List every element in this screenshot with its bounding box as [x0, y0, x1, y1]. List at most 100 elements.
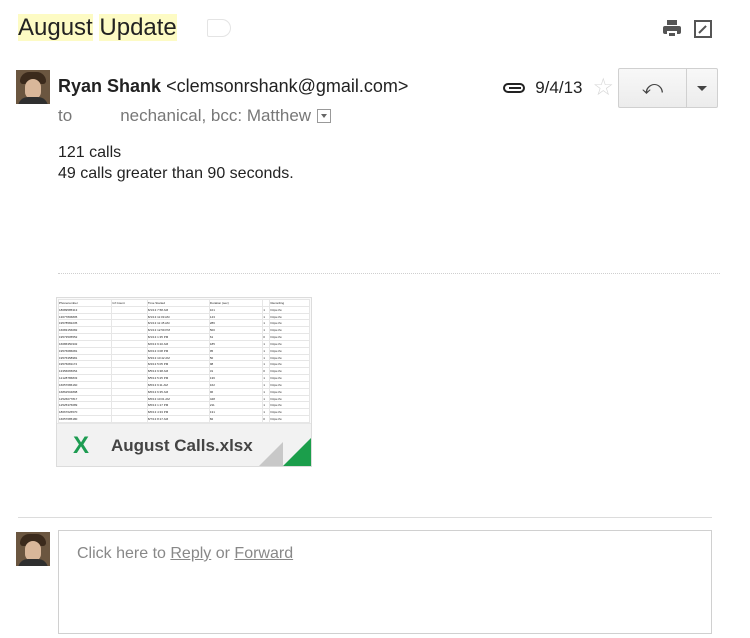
- spreadsheet-cell: [111, 339, 148, 348]
- spreadsheet-cell: 16657686160: [57, 380, 113, 389]
- forward-link[interactable]: Forward: [234, 545, 293, 562]
- recipients-line: to nechanical, bcc: Matthew: [58, 106, 332, 126]
- quick-reply-box[interactable]: Click here to Reply or Forward: [58, 530, 712, 634]
- spreadsheet-cell: 16686350332: [57, 339, 113, 348]
- spreadsheet-cell: 0: [262, 415, 271, 423]
- spreadsheet-cell: [111, 333, 148, 341]
- spreadsheet-cell: 1: [262, 387, 271, 396]
- subject-row: August Update: [18, 12, 231, 44]
- spreadsheet-cell: 8/3/13 10:42 AM: [146, 353, 210, 362]
- spreadsheet-cell: Duration (sec): [208, 299, 264, 307]
- spreadsheet-cell: Phonenumber: [57, 299, 113, 307]
- spreadsheet-cell: 8/6/13 6:35 AM: [146, 387, 210, 396]
- spreadsheet-cell: https://w: [269, 374, 310, 382]
- spreadsheet-cell: https://w: [269, 367, 310, 376]
- spreadsheet-cell: 19578582235: [57, 319, 113, 328]
- spreadsheet-row: 18667626570 8/6/13 4:33 PM 131 1 https://w: [57, 408, 310, 417]
- sender-email: <clemsonrshank@gmail.com>: [166, 76, 409, 96]
- attachment-filename: August Calls.xlsx: [111, 435, 253, 455]
- spreadsheet-row: 13677806805 8/1/13 11:09 AM 143 1 https://w: [57, 312, 310, 321]
- more-actions-button[interactable]: [687, 69, 717, 107]
- spreadsheet-cell: 448: [208, 394, 264, 403]
- spreadsheet-cell: Inf Count: [111, 299, 148, 307]
- spreadsheet-cell: [111, 346, 148, 355]
- star-icon[interactable]: ☆: [592, 76, 614, 100]
- sender-line: Ryan Shank <clemsonrshank@gmail.com>: [58, 76, 408, 97]
- spreadsheet-cell: 1: [262, 394, 271, 403]
- to-prefix: to: [58, 106, 73, 125]
- spreadsheet-cell: 1: [262, 380, 271, 389]
- spreadsheet-cell: https://w: [269, 415, 310, 423]
- spreadsheet-cell: 95: [208, 346, 264, 355]
- spreadsheet-cell: [111, 305, 148, 314]
- spreadsheet-cell: https://w: [269, 387, 310, 396]
- spreadsheet-cell: 0: [262, 333, 271, 341]
- spreadsheet-cell: [111, 312, 148, 321]
- spreadsheet-cell: 18667626570: [57, 408, 113, 417]
- spreadsheet-cell: 19573505552: [57, 333, 113, 341]
- print-icon[interactable]: [662, 20, 682, 38]
- spreadsheet-cell: https://w: [269, 326, 310, 335]
- reply-divider: [18, 517, 712, 518]
- spreadsheet-cell: https://w: [269, 339, 310, 348]
- spreadsheet-row: 16657685180 8/7/13 8:17 AM 82 0 https://w: [57, 415, 310, 423]
- spreadsheet-cell: https://w: [269, 346, 310, 355]
- recipient-details-dropdown-icon[interactable]: [317, 109, 332, 123]
- spreadsheet-row: 12526077817 8/6/13 10:01 AM 448 1 https://w: [57, 394, 310, 403]
- spreadsheet-row: 18689585313 8/1/13 7:58 AM 101 1 https://w: [57, 305, 310, 314]
- spreadsheet-cell: https://w: [269, 408, 310, 417]
- spreadsheet-cell: [111, 401, 148, 410]
- spreadsheet-cell: 8/6/13 9:11 AM: [146, 380, 210, 389]
- spreadsheet-cell: 61: [208, 333, 264, 341]
- subject-word-highlight: Update: [99, 14, 177, 41]
- sender-avatar: [16, 70, 50, 104]
- new-window-icon[interactable]: [694, 20, 712, 38]
- reply-arrow-icon: ⤺: [641, 76, 664, 99]
- spreadsheet-cell: https://w: [269, 333, 310, 341]
- spreadsheet-cell: 12526077817: [57, 394, 113, 403]
- spreadsheet-cell: 1: [262, 305, 271, 314]
- email-subject: August Update: [18, 14, 177, 42]
- spreadsheet-cell: 16657685180: [57, 415, 113, 423]
- chevron-down-icon: [697, 85, 707, 91]
- reply-button[interactable]: ⤺: [619, 69, 687, 107]
- spreadsheet-cell: 162: [208, 380, 264, 389]
- spreadsheet-preview: Phonenumber Inf Count Time Started Duration…: [57, 299, 310, 423]
- spreadsheet-cell: [111, 353, 148, 362]
- spreadsheet-row: 13356665654 8/5/13 9:38 AM 31 0 https://w: [57, 367, 310, 376]
- spreadsheet-cell: 143: [208, 312, 264, 321]
- spreadsheet-cell: 8/2/13 9:10 AM: [146, 339, 210, 348]
- spreadsheet-cell: https://w: [269, 394, 310, 403]
- subject-word-highlight: August: [18, 14, 93, 41]
- reply-or-text: or: [215, 545, 230, 562]
- spreadsheet-row: 19573505552 8/1/13 1:35 PM 61 0 https://w: [57, 333, 310, 341]
- spreadsheet-cell: 101: [208, 305, 264, 314]
- spreadsheet-cell: 500: [208, 326, 264, 335]
- spreadsheet-row: 19576358981 8/3/13 10:42 AM 50 1 https://w: [57, 353, 310, 362]
- sender-name[interactable]: Ryan Shank: [58, 76, 161, 96]
- spreadsheet-row: 19578582235 8/1/13 11:45 AM 286 1 https://w: [57, 319, 310, 328]
- reply-link[interactable]: Reply: [170, 545, 211, 562]
- current-user-avatar: [16, 532, 50, 566]
- excel-file-icon: X: [73, 431, 90, 459]
- body-line: 121 calls: [58, 144, 122, 161]
- spreadsheet-cell: 8/4/13 5:05 PM: [146, 360, 210, 369]
- attachment-card[interactable]: Phonenumber Inf Count Time Started Duration…: [56, 297, 312, 467]
- message-date: 9/4/13: [535, 78, 583, 97]
- spreadsheet-cell: 19576686081: [57, 346, 113, 355]
- spreadsheet-cell: 13356665654: [57, 367, 113, 376]
- label-tag-icon[interactable]: [206, 19, 231, 37]
- spreadsheet-cell: Time Started: [146, 299, 210, 307]
- spreadsheet-cell: 98: [208, 360, 264, 369]
- message-body: 121 calls 49 calls greater than 90 secon…: [58, 142, 294, 184]
- body-line: 49 calls greater than 90 seconds.: [58, 165, 294, 182]
- spreadsheet-cell: 19576358981: [57, 353, 113, 362]
- page-fold-icon: [259, 442, 283, 466]
- spreadsheet-cell: 1: [262, 346, 271, 355]
- spreadsheet-cell: Recording: [269, 299, 310, 307]
- spreadsheet-cell: 1: [262, 374, 271, 382]
- spreadsheet-cell: 1: [262, 401, 271, 410]
- spreadsheet-cell: [111, 319, 148, 328]
- spreadsheet-cell: 31: [208, 367, 264, 376]
- spreadsheet-cell: 18689585313: [57, 305, 113, 314]
